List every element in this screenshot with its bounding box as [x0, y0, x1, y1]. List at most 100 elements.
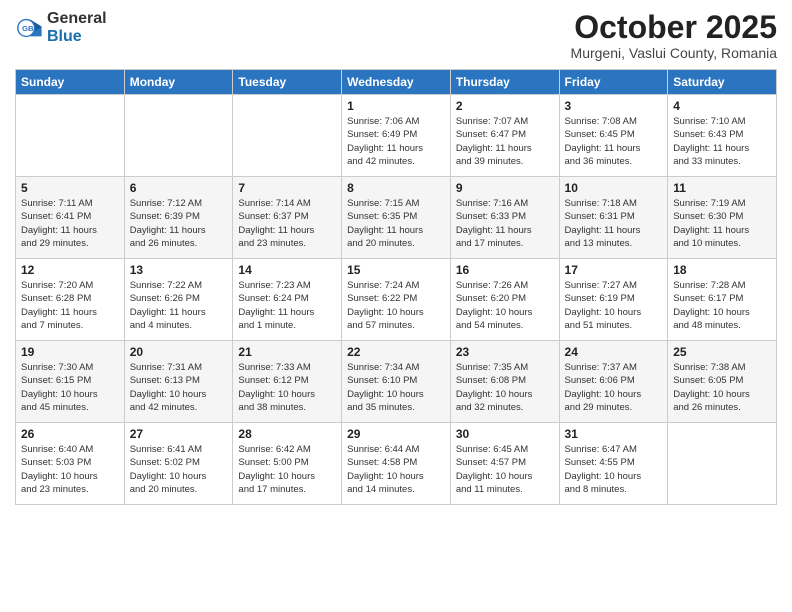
- day-info: Sunrise: 7:16 AM Sunset: 6:33 PM Dayligh…: [456, 197, 554, 250]
- day-number: 4: [673, 99, 771, 113]
- day-number: 16: [456, 263, 554, 277]
- table-row: [668, 423, 777, 505]
- title-block: October 2025 Murgeni, Vaslui County, Rom…: [571, 10, 777, 61]
- table-row: 11 Sunrise: 7:19 AM Sunset: 6:30 PM Dayli…: [668, 177, 777, 259]
- table-row: 8 Sunrise: 7:15 AM Sunset: 6:35 PM Daylig…: [342, 177, 451, 259]
- table-row: 10 Sunrise: 7:18 AM Sunset: 6:31 PM Dayli…: [559, 177, 668, 259]
- day-info: Sunrise: 7:22 AM Sunset: 6:26 PM Dayligh…: [130, 279, 228, 332]
- table-row: 18Sunrise: 7:28 AM Sunset: 6:17 PM Dayli…: [668, 259, 777, 341]
- table-row: 24 Sunrise: 7:37 AM Sunset: 6:06 PM Dayli…: [559, 341, 668, 423]
- day-number: 8: [347, 181, 445, 195]
- calendar-week-row: 5Sunrise: 7:11 AM Sunset: 6:41 PM Daylig…: [16, 177, 777, 259]
- day-info: Sunrise: 6:47 AM Sunset: 4:55 PM Dayligh…: [565, 443, 663, 496]
- day-info: Sunrise: 7:30 AM Sunset: 6:15 PM Dayligh…: [21, 361, 119, 414]
- table-row: 5Sunrise: 7:11 AM Sunset: 6:41 PM Daylig…: [16, 177, 125, 259]
- day-number: 31: [565, 427, 663, 441]
- day-info: Sunrise: 6:44 AM Sunset: 4:58 PM Dayligh…: [347, 443, 445, 496]
- calendar-header-row: Sunday Monday Tuesday Wednesday Thursday…: [16, 70, 777, 95]
- table-row: 21Sunrise: 7:33 AM Sunset: 6:12 PM Dayli…: [233, 341, 342, 423]
- table-row: 19 Sunrise: 7:30 AM Sunset: 6:15 PM Dayli…: [16, 341, 125, 423]
- table-row: 4Sunrise: 7:10 AM Sunset: 6:43 PM Daylig…: [668, 95, 777, 177]
- day-info: Sunrise: 7:11 AM Sunset: 6:41 PM Dayligh…: [21, 197, 119, 250]
- calendar-week-row: 12 Sunrise: 7:20 AM Sunset: 6:28 PM Dayli…: [16, 259, 777, 341]
- day-number: 17: [565, 263, 663, 277]
- day-number: 2: [456, 99, 554, 113]
- day-info: Sunrise: 7:18 AM Sunset: 6:31 PM Dayligh…: [565, 197, 663, 250]
- table-row: 26 Sunrise: 6:40 AM Sunset: 5:03 PM Dayli…: [16, 423, 125, 505]
- day-info: Sunrise: 6:42 AM Sunset: 5:00 PM Dayligh…: [238, 443, 336, 496]
- table-row: [124, 95, 233, 177]
- calendar-week-row: 19 Sunrise: 7:30 AM Sunset: 6:15 PM Dayli…: [16, 341, 777, 423]
- table-row: 31 Sunrise: 6:47 AM Sunset: 4:55 PM Dayli…: [559, 423, 668, 505]
- day-number: 23: [456, 345, 554, 359]
- day-info: Sunrise: 7:35 AM Sunset: 6:08 PM Dayligh…: [456, 361, 554, 414]
- table-row: 17Sunrise: 7:27 AM Sunset: 6:19 PM Dayli…: [559, 259, 668, 341]
- day-info: Sunrise: 7:14 AM Sunset: 6:37 PM Dayligh…: [238, 197, 336, 250]
- month-title: October 2025: [571, 10, 777, 45]
- day-number: 20: [130, 345, 228, 359]
- header: GB General Blue October 2025 Murgeni, Va…: [15, 10, 777, 61]
- day-info: Sunrise: 7:38 AM Sunset: 6:05 PM Dayligh…: [673, 361, 771, 414]
- table-row: 22 Sunrise: 7:34 AM Sunset: 6:10 PM Dayli…: [342, 341, 451, 423]
- table-row: 20 Sunrise: 7:31 AM Sunset: 6:13 PM Dayli…: [124, 341, 233, 423]
- day-info: Sunrise: 7:31 AM Sunset: 6:13 PM Dayligh…: [130, 361, 228, 414]
- calendar-week-row: 1 Sunrise: 7:06 AM Sunset: 6:49 PM Daylig…: [16, 95, 777, 177]
- day-number: 30: [456, 427, 554, 441]
- day-number: 14: [238, 263, 336, 277]
- table-row: 23 Sunrise: 7:35 AM Sunset: 6:08 PM Dayli…: [450, 341, 559, 423]
- day-number: 25: [673, 345, 771, 359]
- day-number: 12: [21, 263, 119, 277]
- day-number: 13: [130, 263, 228, 277]
- day-number: 3: [565, 99, 663, 113]
- table-row: [233, 95, 342, 177]
- day-number: 1: [347, 99, 445, 113]
- table-row: 28 Sunrise: 6:42 AM Sunset: 5:00 PM Dayli…: [233, 423, 342, 505]
- table-row: 16Sunrise: 7:26 AM Sunset: 6:20 PM Dayli…: [450, 259, 559, 341]
- day-number: 27: [130, 427, 228, 441]
- table-row: 15Sunrise: 7:24 AM Sunset: 6:22 PM Dayli…: [342, 259, 451, 341]
- col-saturday: Saturday: [668, 70, 777, 95]
- logo: GB General Blue: [15, 10, 107, 45]
- day-info: Sunrise: 7:33 AM Sunset: 6:12 PM Dayligh…: [238, 361, 336, 414]
- table-row: 6Sunrise: 7:12 AM Sunset: 6:39 PM Daylig…: [124, 177, 233, 259]
- day-info: Sunrise: 7:08 AM Sunset: 6:45 PM Dayligh…: [565, 115, 663, 168]
- day-info: Sunrise: 7:34 AM Sunset: 6:10 PM Dayligh…: [347, 361, 445, 414]
- day-info: Sunrise: 7:24 AM Sunset: 6:22 PM Dayligh…: [347, 279, 445, 332]
- col-wednesday: Wednesday: [342, 70, 451, 95]
- col-friday: Friday: [559, 70, 668, 95]
- table-row: 13 Sunrise: 7:22 AM Sunset: 6:26 PM Dayli…: [124, 259, 233, 341]
- day-number: 9: [456, 181, 554, 195]
- table-row: 2 Sunrise: 7:07 AM Sunset: 6:47 PM Daylig…: [450, 95, 559, 177]
- day-info: Sunrise: 7:15 AM Sunset: 6:35 PM Dayligh…: [347, 197, 445, 250]
- logo-text: General Blue: [47, 10, 107, 45]
- table-row: 14 Sunrise: 7:23 AM Sunset: 6:24 PM Dayli…: [233, 259, 342, 341]
- logo-general-text: General: [47, 10, 107, 28]
- svg-text:GB: GB: [22, 23, 34, 32]
- day-number: 7: [238, 181, 336, 195]
- table-row: 1 Sunrise: 7:06 AM Sunset: 6:49 PM Daylig…: [342, 95, 451, 177]
- col-monday: Monday: [124, 70, 233, 95]
- day-info: Sunrise: 7:37 AM Sunset: 6:06 PM Dayligh…: [565, 361, 663, 414]
- table-row: 30 Sunrise: 6:45 AM Sunset: 4:57 PM Dayli…: [450, 423, 559, 505]
- day-number: 24: [565, 345, 663, 359]
- day-info: Sunrise: 7:23 AM Sunset: 6:24 PM Dayligh…: [238, 279, 336, 332]
- day-number: 28: [238, 427, 336, 441]
- logo-icon: GB: [15, 14, 43, 42]
- day-number: 10: [565, 181, 663, 195]
- day-number: 29: [347, 427, 445, 441]
- logo-blue-text: Blue: [47, 28, 107, 46]
- table-row: 12 Sunrise: 7:20 AM Sunset: 6:28 PM Dayli…: [16, 259, 125, 341]
- col-thursday: Thursday: [450, 70, 559, 95]
- day-number: 19: [21, 345, 119, 359]
- day-info: Sunrise: 6:45 AM Sunset: 4:57 PM Dayligh…: [456, 443, 554, 496]
- day-info: Sunrise: 7:07 AM Sunset: 6:47 PM Dayligh…: [456, 115, 554, 168]
- table-row: 3 Sunrise: 7:08 AM Sunset: 6:45 PM Daylig…: [559, 95, 668, 177]
- day-number: 26: [21, 427, 119, 441]
- day-info: Sunrise: 7:06 AM Sunset: 6:49 PM Dayligh…: [347, 115, 445, 168]
- day-info: Sunrise: 7:20 AM Sunset: 6:28 PM Dayligh…: [21, 279, 119, 332]
- day-info: Sunrise: 6:40 AM Sunset: 5:03 PM Dayligh…: [21, 443, 119, 496]
- day-number: 22: [347, 345, 445, 359]
- day-number: 11: [673, 181, 771, 195]
- location: Murgeni, Vaslui County, Romania: [571, 45, 777, 61]
- day-info: Sunrise: 7:19 AM Sunset: 6:30 PM Dayligh…: [673, 197, 771, 250]
